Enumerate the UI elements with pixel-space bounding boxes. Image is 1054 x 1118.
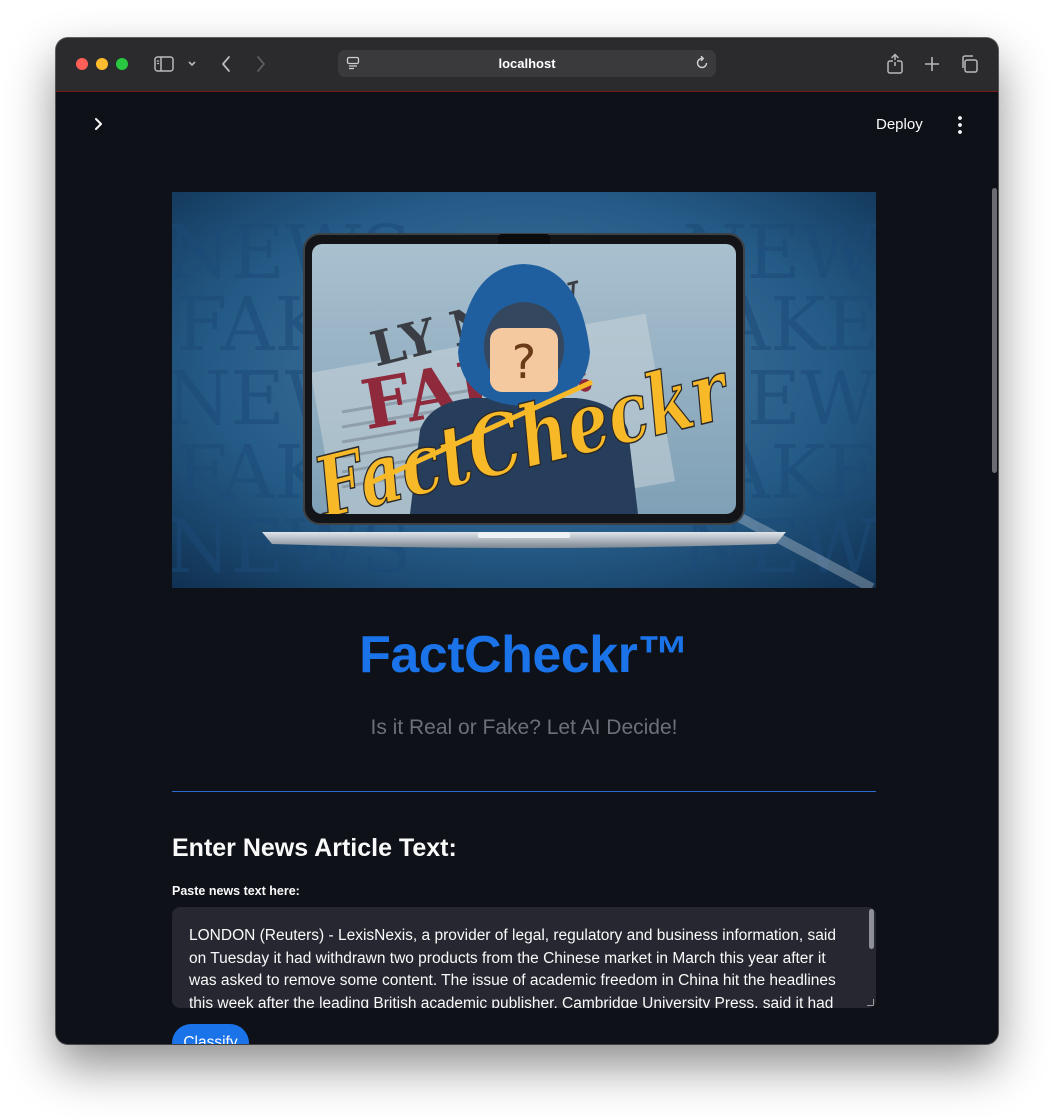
url-text[interactable]: localhost [498,56,555,71]
page-scrollbar[interactable] [992,188,997,473]
tabs-overview-icon[interactable] [958,53,980,75]
svg-text:?: ? [512,335,536,389]
textarea-resize-handle[interactable] [867,999,874,1006]
browser-titlebar: localhost [56,38,998,92]
address-bar[interactable]: localhost [338,50,716,77]
site-settings-icon[interactable] [346,56,360,73]
news-text-label: Paste news text here: [172,884,300,898]
news-text-value[interactable]: LONDON (Reuters) - LexisNexis, a provide… [189,925,850,1008]
news-text-input[interactable]: LONDON (Reuters) - LexisNexis, a provide… [172,907,876,1008]
sidebar-icon[interactable] [153,54,175,74]
share-icon[interactable] [884,52,906,76]
textarea-scrollbar[interactable] [869,909,874,949]
deploy-button[interactable]: Deploy [876,116,923,133]
forward-icon[interactable] [251,54,271,74]
back-icon[interactable] [216,54,236,74]
hero-image: NEWS NEWS FAKE FAKE NEWS NEWS FAKE FAKE … [172,192,876,588]
main-menu-icon[interactable] [952,114,968,136]
close-window-button[interactable] [76,58,88,70]
streamlit-app: Deploy NEWS EW FAKE FAKE NEWS EW FAKE FA… [56,92,998,1044]
page-subtitle: Is it Real or Fake? Let AI Decide! [370,716,678,739]
input-section-heading: Enter News Article Text: [172,834,457,862]
classify-button[interactable]: Classify [172,1024,249,1044]
chevron-down-icon[interactable] [186,58,198,70]
reload-icon[interactable] [694,55,710,74]
browser-window: localhost Deploy NEWS EW FAKE FAKE NEWS … [56,38,998,1044]
page-title: FactCheckr™ [359,626,689,684]
new-tab-icon[interactable] [921,53,943,75]
expand-sidebar-icon[interactable] [88,114,108,134]
minimize-window-button[interactable] [96,58,108,70]
section-divider [172,791,876,792]
zoom-window-button[interactable] [116,58,128,70]
